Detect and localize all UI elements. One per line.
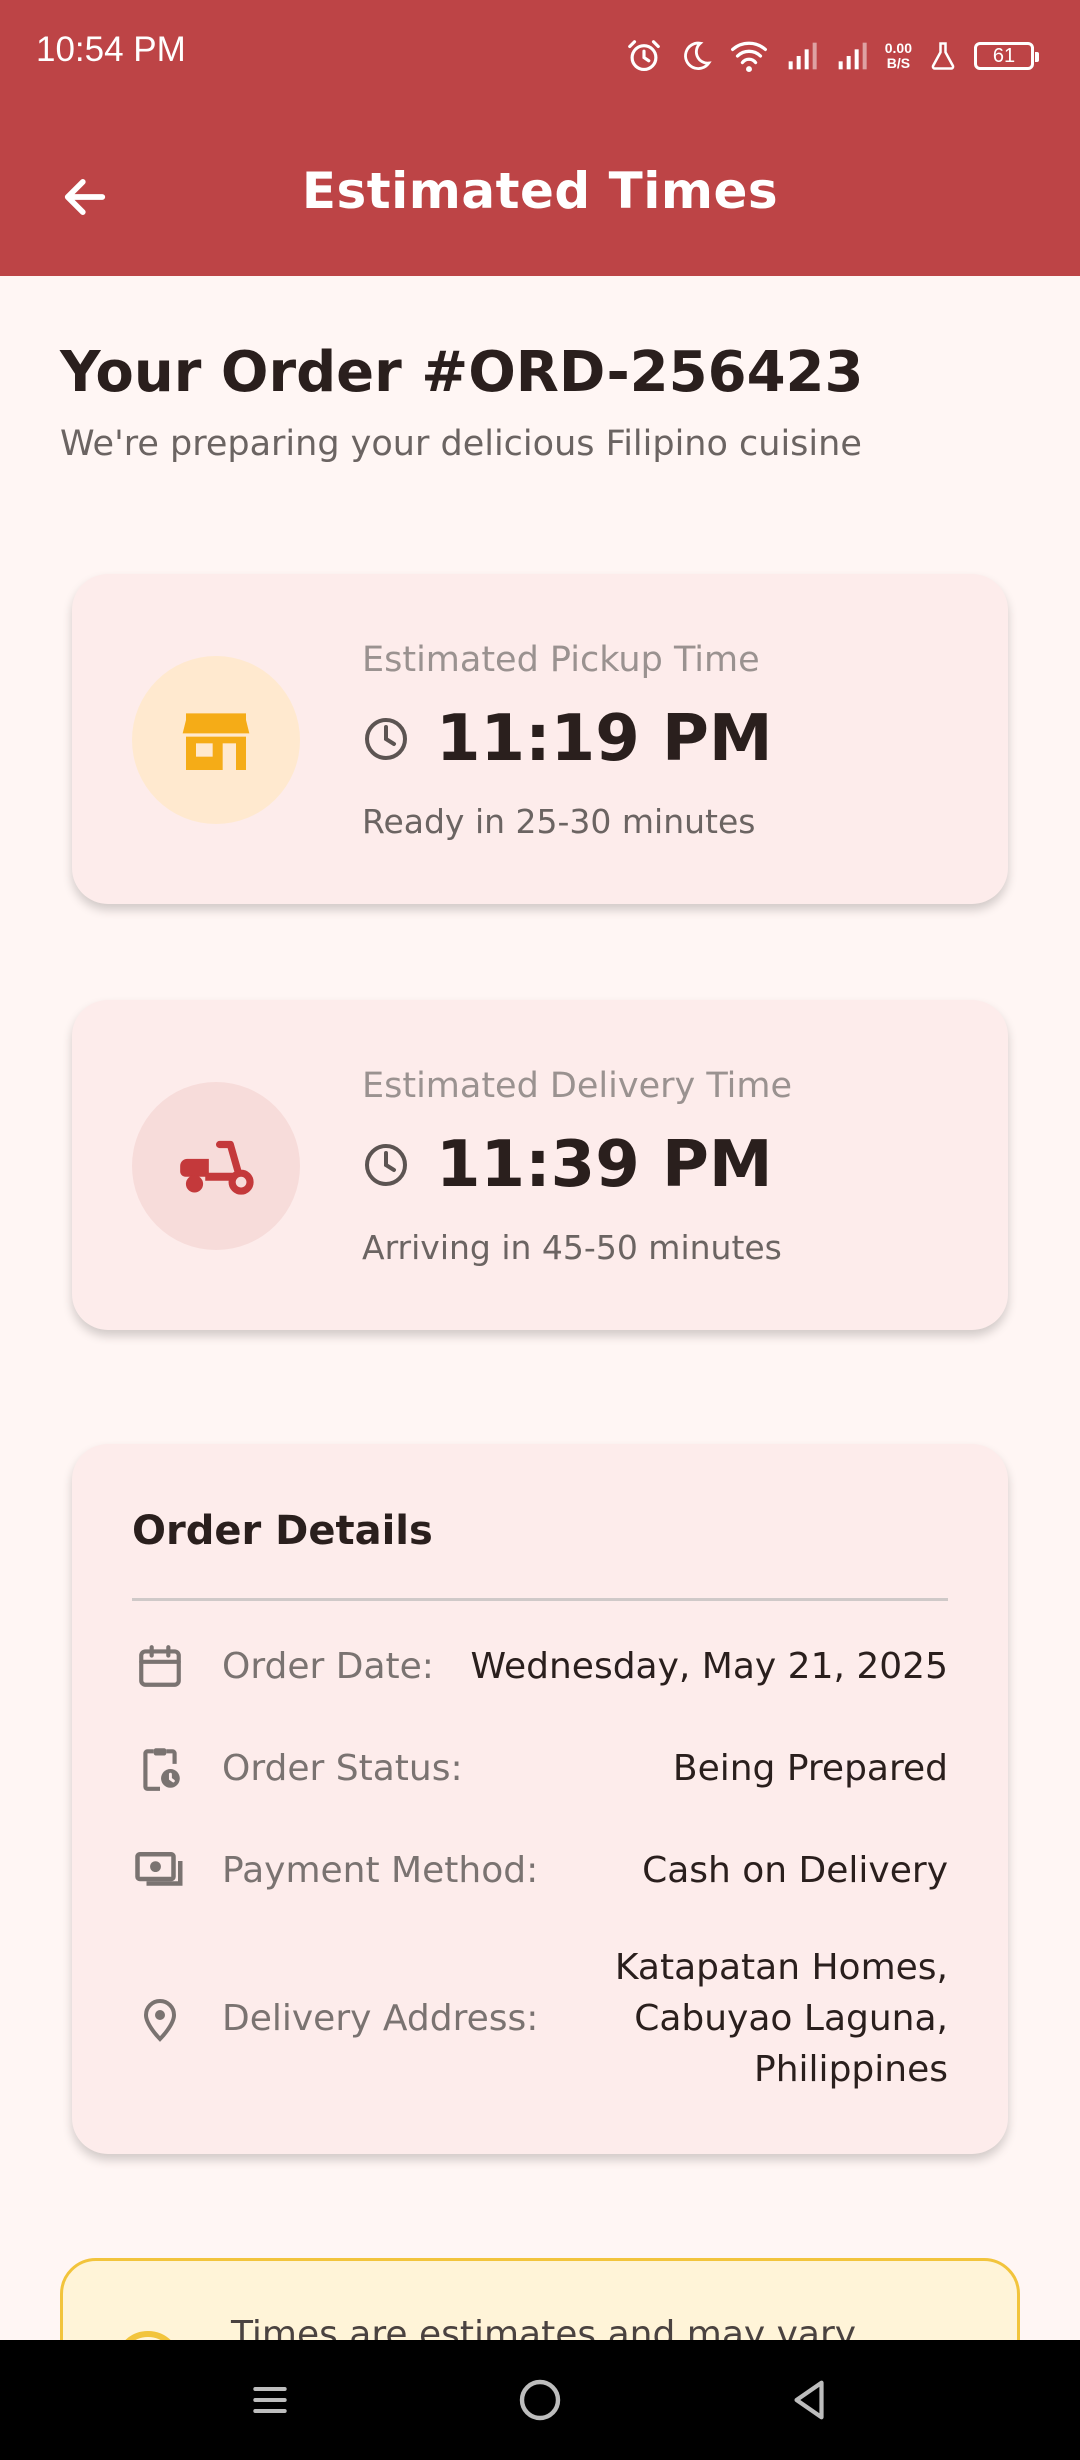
net-speed-value: 0.00	[884, 40, 912, 56]
location-pin-icon	[132, 1991, 188, 2047]
order-heading: Your Order #ORD-256423	[60, 340, 864, 405]
delivery-time-card: Estimated Delivery Time 11:39 PM Arrivin…	[72, 1000, 1008, 1330]
pickup-time: 11:19 PM	[436, 702, 773, 776]
battery-level: 61	[992, 44, 1016, 67]
pickup-time-row: 11:19 PM	[362, 702, 773, 776]
delivery-time: 11:39 PM	[436, 1128, 773, 1202]
net-speed: 0.00 B/S	[885, 41, 912, 71]
detail-value: Wednesday, May 21, 2025	[470, 1645, 949, 1687]
moon-icon	[683, 41, 712, 70]
pickup-icon-circle	[132, 656, 300, 824]
status-bar: 10:54 PM 0.00 B/S 61	[0, 0, 1080, 110]
scooter-icon	[180, 1140, 254, 1195]
back-triangle-icon	[794, 2380, 824, 2420]
divider	[132, 1598, 948, 1601]
net-speed-unit: B/S	[886, 55, 911, 71]
delivery-icon-circle	[132, 1082, 300, 1250]
detail-value: Cash on Delivery	[642, 1849, 948, 1891]
status-time: 10:54 PM	[36, 30, 186, 69]
address-line: Katapatan Homes,	[614, 1947, 948, 1988]
order-details-card: Order Details Order Date: Wednesday, May…	[72, 1444, 1008, 2154]
wifi-icon	[730, 41, 767, 73]
nav-home-button[interactable]	[504, 2364, 576, 2436]
clock-icon	[365, 718, 407, 760]
store-icon	[182, 713, 250, 770]
menu-icon	[253, 2386, 287, 2414]
calendar-icon	[132, 1638, 188, 1694]
clipboard-clock-icon	[132, 1740, 188, 1796]
address-line: Philippines	[754, 2049, 948, 2090]
delivery-time-row: 11:39 PM	[362, 1128, 773, 1202]
delivery-address-value: Katapatan Homes, Cabuyao Laguna, Philipp…	[615, 1942, 948, 2095]
detail-row-payment-method: Payment Method: Cash on Delivery	[132, 1842, 948, 1898]
detail-row-order-status: Order Status: Being Prepared	[132, 1740, 948, 1796]
detail-value: Being Prepared	[672, 1747, 948, 1789]
home-circle-icon	[519, 2379, 561, 2421]
app-bar: Estimated Times	[0, 110, 1080, 276]
order-details-title: Order Details	[132, 1508, 433, 1554]
detail-row-delivery-address: Delivery Address: Katapatan Homes, Cabuy…	[132, 1942, 948, 2095]
flask-icon	[931, 42, 955, 70]
order-subtitle: We're preparing your delicious Filipino …	[60, 424, 862, 464]
delivery-note: Arriving in 45-50 minutes	[362, 1228, 782, 1267]
pickup-time-card: Estimated Pickup Time 11:19 PM Ready in …	[72, 574, 1008, 904]
pickup-note: Ready in 25-30 minutes	[362, 802, 756, 841]
cash-icon	[132, 1842, 188, 1898]
nav-back-button[interactable]	[774, 2364, 846, 2436]
signal-icon	[788, 42, 817, 70]
detail-row-order-date: Order Date: Wednesday, May 21, 2025	[132, 1638, 948, 1694]
alarm-icon	[627, 40, 660, 72]
page-title: Estimated Times	[301, 162, 779, 220]
pickup-label: Estimated Pickup Time	[362, 640, 760, 680]
nav-menu-button[interactable]	[234, 2364, 306, 2436]
address-line: Cabuyao Laguna,	[634, 1998, 948, 2039]
system-nav-bar	[0, 2340, 1080, 2460]
detail-label: Order Status:	[222, 1747, 463, 1789]
clock-icon	[365, 1144, 407, 1186]
detail-label: Delivery Address:	[222, 1998, 539, 2039]
detail-label: Payment Method:	[222, 1849, 539, 1891]
battery-icon: 61	[974, 42, 1039, 70]
signal-icon	[838, 42, 867, 70]
status-icons: 0.00 B/S 61	[625, 34, 1039, 78]
detail-label: Order Date:	[222, 1645, 434, 1687]
delivery-label: Estimated Delivery Time	[362, 1066, 792, 1106]
